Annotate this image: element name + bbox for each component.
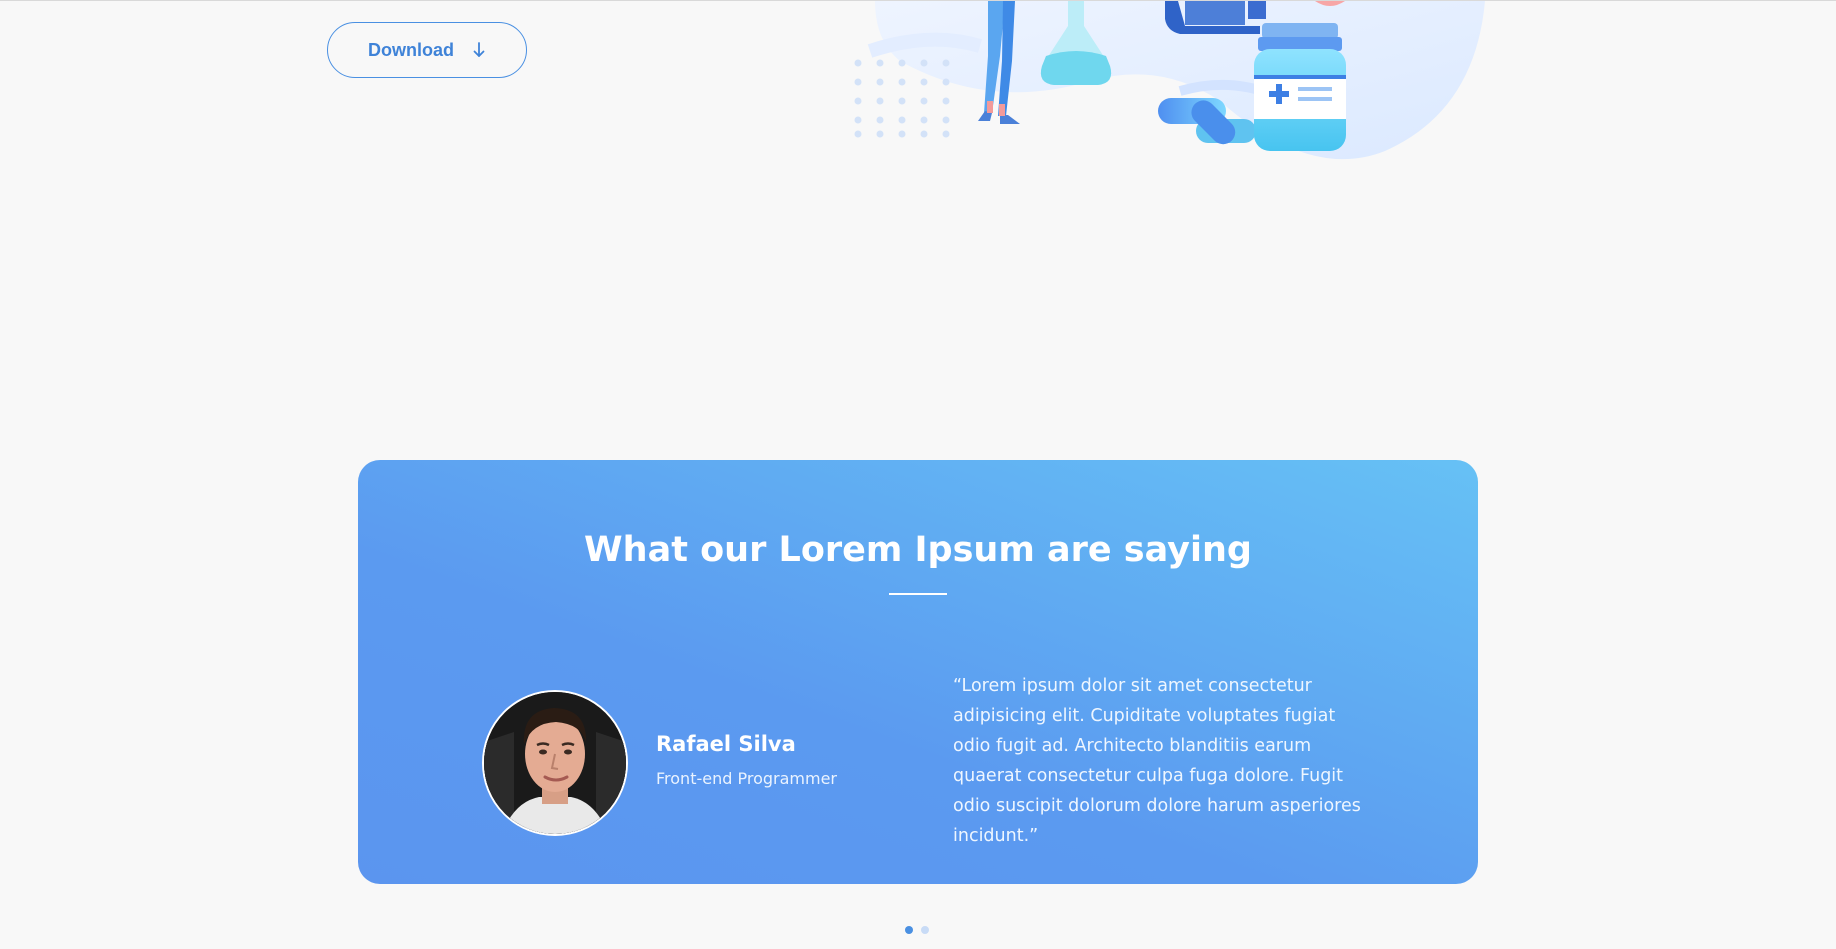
carousel-dot-2[interactable]	[921, 926, 929, 934]
person-role: Front-end Programmer	[656, 769, 837, 788]
person-name: Rafael Silva	[656, 732, 796, 756]
testimonial-card: What our Lorem Ipsum are saying Rafael S…	[358, 460, 1478, 884]
carousel-dot-1[interactable]	[905, 926, 913, 934]
medical-illustration	[840, 1, 1500, 161]
arrow-down-icon	[472, 41, 486, 59]
title-divider	[889, 593, 947, 595]
avatar	[482, 690, 628, 836]
testimonial-quote: “Lorem ipsum dolor sit amet consectetur …	[953, 676, 1361, 846]
download-button[interactable]: Download	[327, 22, 527, 78]
download-label: Download	[368, 39, 454, 60]
carousel-pagination	[905, 926, 929, 934]
section-title: What our Lorem Ipsum are saying	[584, 530, 1252, 570]
